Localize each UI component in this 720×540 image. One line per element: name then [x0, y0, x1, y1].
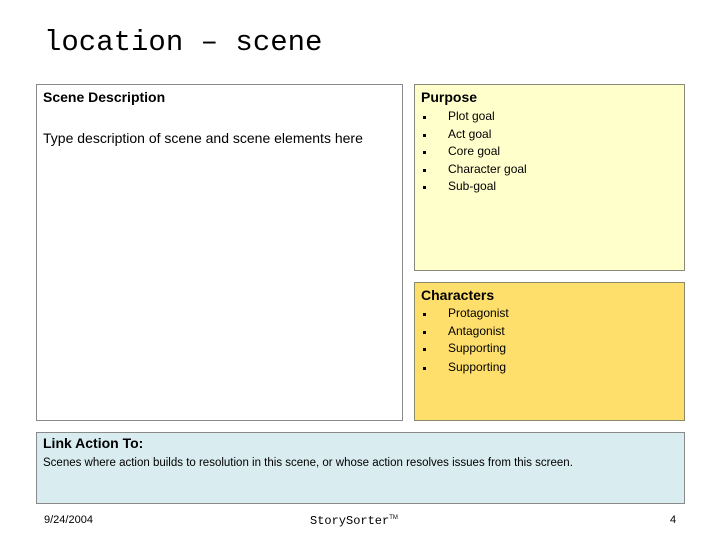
bullet-icon — [423, 366, 426, 370]
trademark-mark: TM — [389, 515, 398, 521]
brand-name: StorySorter — [310, 514, 390, 528]
characters-box[interactable]: Characters Protagonist Antagonist Suppor… — [414, 282, 685, 421]
bullet-icon — [423, 348, 426, 351]
link-action-box[interactable]: Link Action To: Scenes where action buil… — [36, 432, 685, 504]
link-action-text[interactable]: Scenes where action builds to resolution… — [43, 457, 573, 469]
scene-description-box[interactable]: Scene Description Type description of sc… — [36, 84, 403, 421]
bullet-icon — [423, 186, 426, 189]
bullet-icon — [423, 133, 426, 137]
bullet-icon — [423, 151, 426, 154]
page-number: 4 — [670, 514, 677, 526]
purpose-heading: Purpose — [421, 89, 478, 105]
purpose-box[interactable]: Purpose Plot goal Act goal Core goal Cha… — [414, 84, 685, 271]
bullet-icon — [423, 116, 426, 119]
footer-date: 9/24/2004 — [44, 514, 93, 526]
slide-title: location – scene — [44, 26, 323, 59]
bullet-icon — [423, 168, 426, 172]
characters-heading: Characters — [421, 287, 495, 303]
footer-brand: StorySorterTM — [310, 514, 398, 528]
scene-description-heading: Scene Description — [43, 89, 166, 105]
bullet-icon — [423, 313, 426, 316]
link-action-heading: Link Action To: — [43, 435, 144, 451]
scene-description-text[interactable]: Type description of scene and scene elem… — [43, 130, 363, 146]
bullet-icon — [423, 330, 426, 334]
